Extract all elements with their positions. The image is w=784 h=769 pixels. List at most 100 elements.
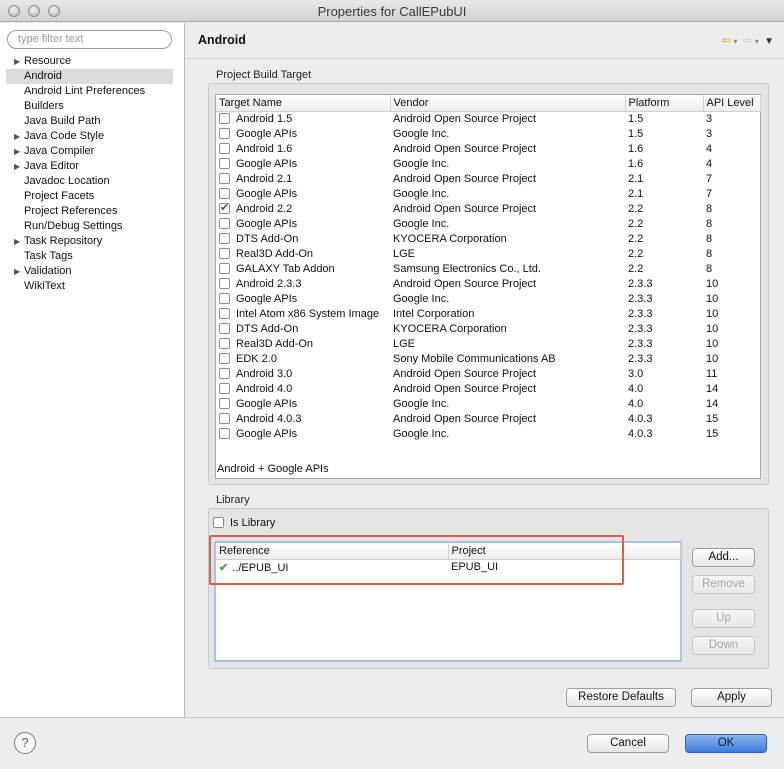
forward-menu-chevron-icon[interactable]: ▾	[755, 37, 759, 46]
target-checkbox[interactable]	[219, 262, 230, 274]
target-checkbox[interactable]	[219, 352, 230, 364]
target-checkbox[interactable]	[219, 277, 230, 289]
table-row[interactable]: GALAXY Tab Addon Samsung Electronics Co.,…	[216, 262, 760, 277]
target-checkbox[interactable]	[219, 172, 230, 184]
expand-triangle-icon[interactable]: ▶	[14, 234, 20, 249]
table-row[interactable]: Android 2.2 Android Open Source Project 2.…	[216, 202, 760, 217]
target-checkbox[interactable]	[219, 337, 230, 349]
target-checkbox[interactable]	[219, 232, 230, 244]
table-row[interactable]: Android 1.6 Android Open Source Project 1.…	[216, 142, 760, 157]
table-row[interactable]: Android 2.3.3 Android Open Source Project…	[216, 277, 760, 292]
target-checkbox[interactable]	[219, 412, 230, 424]
build-target-header-row: Target Name Vendor Platform API Level	[216, 95, 761, 112]
table-row[interactable]: Real3D Add-On LGE 2.2 8	[216, 247, 760, 262]
table-row[interactable]: DTS Add-On KYOCERA Corporation 2.3.3 10	[216, 322, 760, 337]
target-checkbox[interactable]	[219, 382, 230, 394]
target-checkbox[interactable]	[219, 202, 230, 216]
sidebar-item-label: Task Tags	[24, 250, 73, 262]
remove-library-button[interactable]: Remove	[692, 575, 755, 594]
target-checkbox[interactable]	[219, 322, 230, 334]
target-checkbox[interactable]	[219, 247, 230, 259]
expand-triangle-icon[interactable]: ▶	[14, 129, 20, 144]
ok-button[interactable]: OK	[685, 734, 767, 753]
platform-cell: 1.5	[628, 112, 644, 125]
target-checkbox[interactable]	[219, 367, 230, 379]
target-checkbox[interactable]	[219, 397, 230, 409]
table-row[interactable]: Android 4.0.3 Android Open Source Project…	[216, 412, 760, 427]
api-level-cell: 10	[706, 277, 719, 290]
table-row[interactable]: Real3D Add-On LGE 2.3.3 10	[216, 337, 760, 352]
sidebar-item[interactable]: ▶ Java Compiler	[0, 144, 185, 159]
cancel-button[interactable]: Cancel	[587, 734, 669, 753]
api-level-cell: 15	[706, 427, 719, 440]
target-checkbox[interactable]	[219, 157, 230, 169]
table-row[interactable]: Google APIs Google Inc. 4.0 14	[216, 397, 760, 412]
sidebar-item[interactable]: ▶ Task Repository	[0, 234, 185, 249]
target-name-cell: Google APIs	[216, 217, 390, 232]
platform-cell: 4.0	[628, 397, 644, 410]
table-row[interactable]: EDK 2.0 Sony Mobile Communications AB 2.3.…	[216, 352, 760, 367]
sidebar-item[interactable]: Java Build Path	[0, 114, 185, 129]
sidebar-item[interactable]: Project References	[0, 204, 185, 219]
filter-input[interactable]	[18, 33, 168, 45]
back-menu-chevron-icon[interactable]: ▾	[733, 37, 737, 46]
sidebar-item[interactable]: Project Facets	[0, 189, 185, 204]
target-name-cell: Android 2.3.3	[216, 277, 390, 292]
forward-arrow-icon[interactable]: ⇨	[743, 33, 753, 47]
table-row[interactable]: Intel Atom x86 System Image Intel Corpora…	[216, 307, 760, 322]
target-checkbox[interactable]	[219, 217, 230, 229]
sidebar-item[interactable]: WikiText	[0, 279, 185, 294]
apply-button[interactable]: Apply	[691, 688, 772, 707]
column-header[interactable]: Platform	[625, 95, 704, 112]
sidebar-item[interactable]: Builders	[0, 99, 185, 114]
is-library-checkbox[interactable]: Is Library	[213, 517, 275, 529]
expand-triangle-icon[interactable]: ▶	[14, 159, 20, 174]
target-checkbox[interactable]	[219, 307, 230, 319]
table-row[interactable]: Android 1.5 Android Open Source Project 1.…	[216, 111, 760, 127]
target-name: Android 2.1	[236, 172, 293, 185]
sidebar-item[interactable]: ▶ Validation	[0, 264, 185, 279]
move-up-button[interactable]: Up	[692, 609, 755, 628]
table-row[interactable]: Android 4.0 Android Open Source Project 4.…	[216, 382, 760, 397]
sidebar-item[interactable]: Task Tags	[0, 249, 185, 264]
page-header: Android ⇦ ▾ ⇨ ▾ ▼	[186, 23, 784, 59]
table-row[interactable]: Google APIs Google Inc. 2.2 8	[216, 217, 760, 232]
sidebar-item[interactable]: ▶ Java Code Style	[0, 129, 185, 144]
expand-triangle-icon[interactable]: ▶	[14, 54, 20, 69]
column-header[interactable]: Vendor	[390, 95, 626, 112]
target-checkbox[interactable]	[219, 142, 230, 154]
sidebar-item[interactable]: Android Lint Preferences	[0, 84, 185, 99]
table-row[interactable]: Google APIs Google Inc. 4.0.3 15	[216, 427, 760, 442]
filter-field[interactable]	[7, 30, 172, 49]
table-row[interactable]: Google APIs Google Inc. 1.6 4	[216, 157, 760, 172]
table-row[interactable]: Google APIs Google Inc. 2.3.3 10	[216, 292, 760, 307]
help-icon[interactable]: ?	[14, 732, 36, 754]
sidebar-item[interactable]: ▶ Resource	[0, 54, 185, 69]
target-checkbox[interactable]	[219, 187, 230, 199]
table-row[interactable]: Android 3.0 Android Open Source Project 3.…	[216, 367, 760, 382]
add-library-button[interactable]: Add...	[692, 548, 755, 567]
view-menu-chevron-icon[interactable]: ▼	[764, 36, 774, 47]
is-library-checkbox-box[interactable]	[213, 517, 224, 528]
expand-triangle-icon[interactable]: ▶	[14, 144, 20, 159]
back-arrow-icon[interactable]: ⇦	[721, 33, 731, 47]
sidebar-item[interactable]: ▶ Java Editor	[0, 159, 185, 174]
target-checkbox[interactable]	[219, 292, 230, 304]
move-down-button[interactable]: Down	[692, 636, 755, 655]
table-row[interactable]: Android 2.1 Android Open Source Project 2.…	[216, 172, 760, 187]
table-row[interactable]: Google APIs Google Inc. 1.5 3	[216, 127, 760, 142]
restore-defaults-button[interactable]: Restore Defaults	[566, 688, 676, 707]
sidebar-item[interactable]: Run/Debug Settings	[0, 219, 185, 234]
column-header[interactable]: Target Name	[216, 95, 391, 112]
sidebar-item[interactable]: Android	[6, 69, 173, 84]
table-row[interactable]: Google APIs Google Inc. 2.1 7	[216, 187, 760, 202]
target-checkbox[interactable]	[219, 427, 230, 439]
table-row[interactable]: DTS Add-On KYOCERA Corporation 2.2 8	[216, 232, 760, 247]
sidebar-item[interactable]: Javadoc Location	[0, 174, 185, 189]
column-header[interactable]: API Level	[703, 95, 761, 112]
target-checkbox[interactable]	[219, 112, 230, 124]
expand-triangle-icon[interactable]: ▶	[14, 264, 20, 279]
target-name: Real3D Add-On	[236, 337, 314, 350]
build-target-table[interactable]: Target Name Vendor Platform API Level Andro…	[215, 94, 761, 479]
target-checkbox[interactable]	[219, 127, 230, 139]
